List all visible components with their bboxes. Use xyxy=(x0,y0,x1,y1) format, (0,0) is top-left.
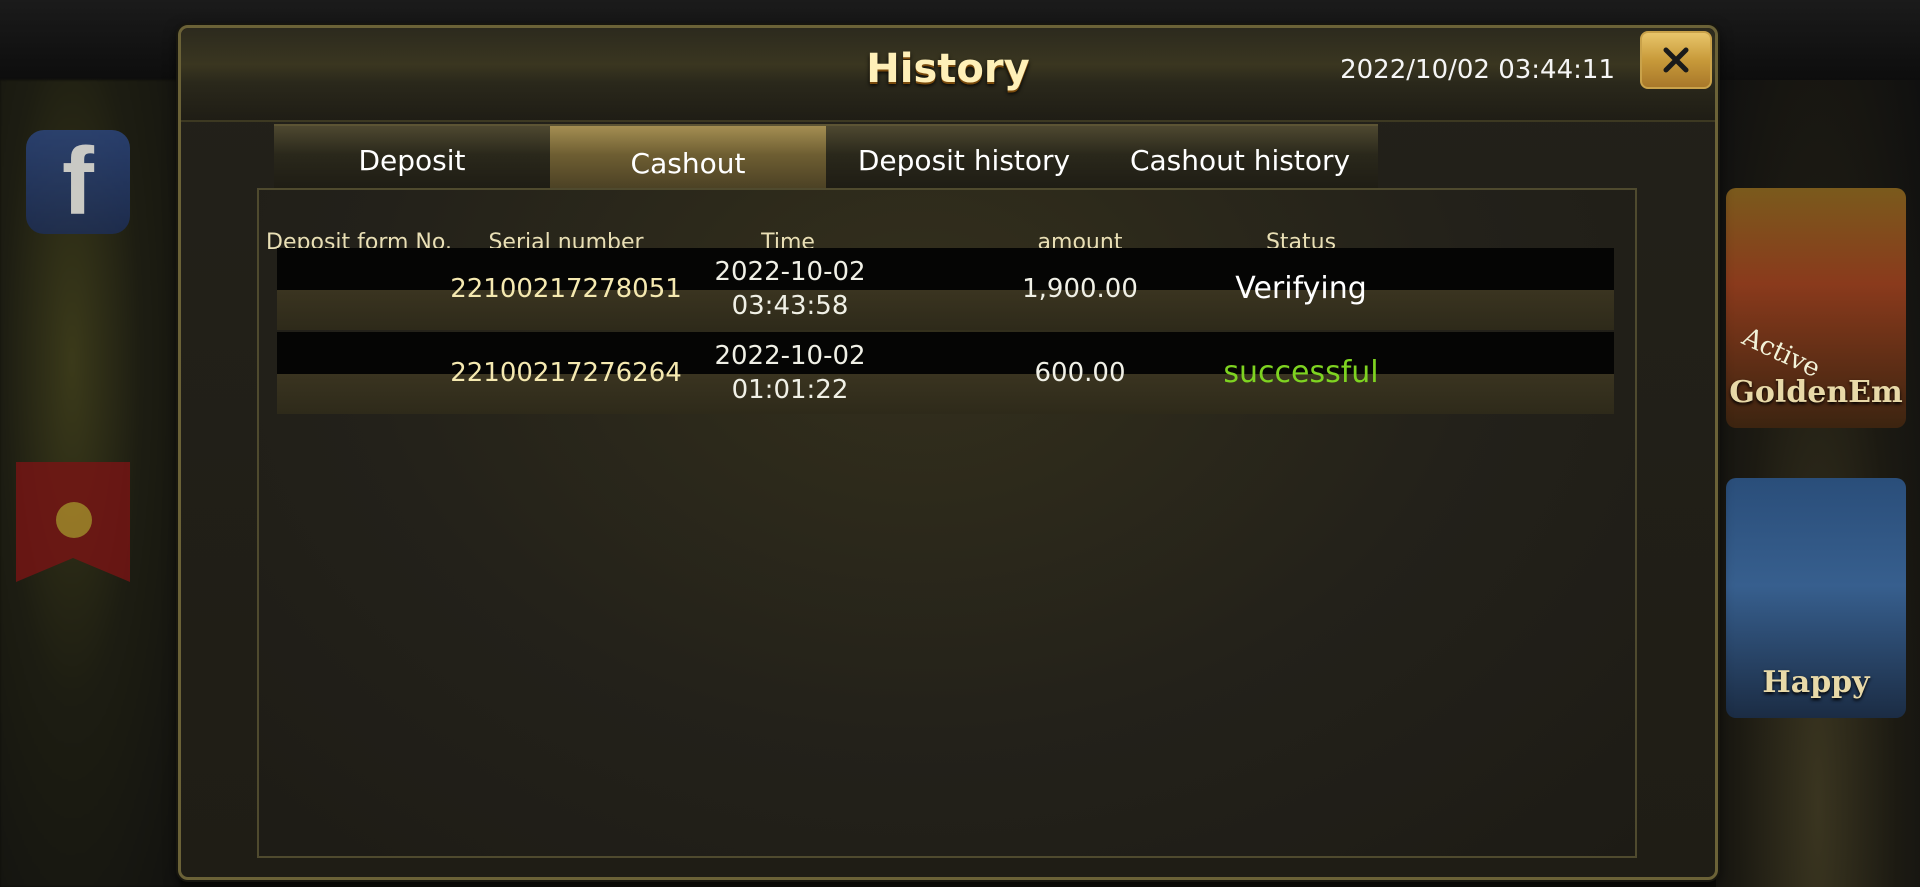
current-datetime: 2022/10/02 03:44:11 xyxy=(1340,55,1615,85)
table-row: 22100217278051 2022-10-02 03:43:58 1,900… xyxy=(277,248,1614,330)
cell-time: 2022-10-02 03:43:58 xyxy=(714,248,865,330)
history-dialog: History 2022/10/02 03:44:11 Deposit Cash… xyxy=(178,25,1718,880)
cell-serial-number: 22100217278051 xyxy=(450,274,682,304)
game-card-happy: Happy xyxy=(1726,478,1906,718)
close-icon xyxy=(1663,47,1689,73)
game-card-label: GoldenEm xyxy=(1729,375,1903,410)
tab-deposit[interactable]: Deposit xyxy=(274,126,550,190)
cell-date-value: 2022-10-02 xyxy=(714,341,866,371)
game-card-goldenem: Active GoldenEm xyxy=(1726,188,1906,428)
cell-status: Verifying xyxy=(1235,271,1367,306)
close-button[interactable] xyxy=(1640,31,1712,89)
game-card-label: Happy xyxy=(1762,665,1870,700)
cell-serial-number: 22100217276264 xyxy=(450,358,682,388)
cell-time: 2022-10-02 01:01:22 xyxy=(714,332,865,414)
cell-amount: 1,900.00 xyxy=(1022,274,1138,304)
history-table-panel: Deposit form No. Serial number Time amou… xyxy=(257,188,1637,858)
table-row: 22100217276264 2022-10-02 01:01:22 600.0… xyxy=(277,332,1614,414)
dialog-header: History 2022/10/02 03:44:11 xyxy=(181,28,1715,122)
cell-status: successful xyxy=(1223,355,1379,390)
tab-deposit-history[interactable]: Deposit history xyxy=(826,126,1102,190)
cell-amount: 600.00 xyxy=(1034,358,1126,388)
facebook-icon: f xyxy=(26,128,130,235)
cell-time-value: 01:01:22 xyxy=(731,375,849,405)
cell-date-value: 2022-10-02 xyxy=(714,257,866,287)
history-tabs: Deposit Cashout Deposit history Cashout … xyxy=(274,124,1378,190)
cell-time-value: 03:43:58 xyxy=(731,291,849,321)
tab-cashout[interactable]: Cashout xyxy=(550,126,826,190)
tab-cashout-history[interactable]: Cashout history xyxy=(1102,126,1378,190)
